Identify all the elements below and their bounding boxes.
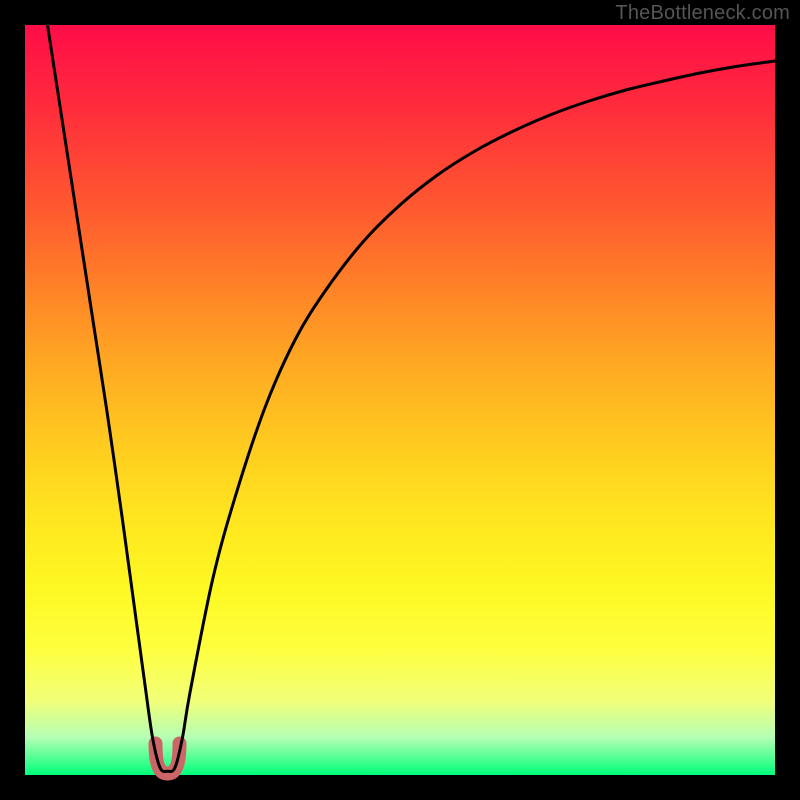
chart-container: { "attribution": "TheBottleneck.com", "c… — [0, 0, 800, 800]
bottleneck-curve — [48, 25, 776, 772]
plot-area — [25, 25, 775, 775]
attribution-label: TheBottleneck.com — [615, 2, 790, 25]
curve-layer — [25, 25, 775, 775]
